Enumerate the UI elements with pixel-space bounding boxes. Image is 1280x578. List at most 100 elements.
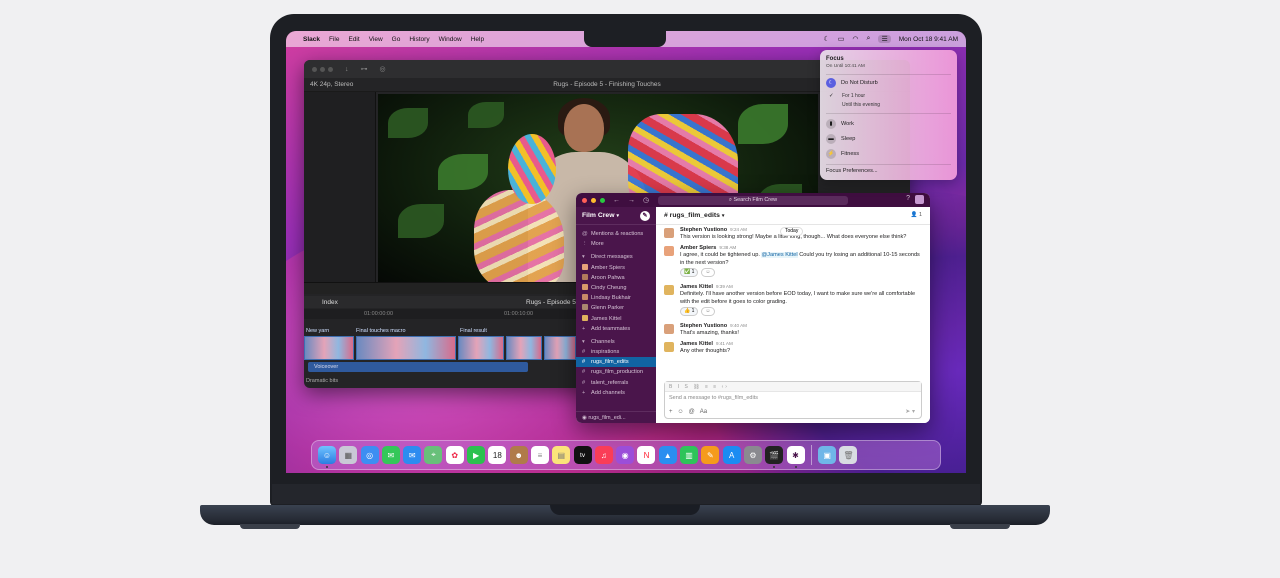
avatar[interactable] [664,246,674,256]
focus-option-1h[interactable]: For 1 hour [842,93,865,99]
sidebar-item-more[interactable]: ⋮ More [576,239,656,249]
finder-icon[interactable]: ☺ [318,446,336,468]
check-circle-icon[interactable]: ◎ [380,65,386,73]
focus-fitness[interactable]: ⚡ Fitness [826,149,859,159]
message-time[interactable]: 9:40 AM [730,323,747,328]
close-button[interactable] [582,197,587,203]
add-reaction-icon[interactable]: ☺ [701,268,715,277]
sidebar-channel-active[interactable]: # rugs_film_edits [576,357,656,368]
text-format-icon[interactable]: Aa [700,409,707,415]
pages-icon[interactable]: ✎ [701,446,720,464]
forward-arrow-icon[interactable]: → [628,197,635,204]
keyword-icon[interactable]: ⊶ [361,65,368,73]
battery-icon[interactable]: ▭ [838,35,845,43]
message-time[interactable]: 9:24 AM [730,227,747,232]
member-count[interactable]: 👤 1 [911,212,922,218]
menu-go[interactable]: Go [392,36,401,43]
avatar[interactable] [664,285,674,295]
app-store-icon[interactable]: A [722,446,741,464]
trash-icon[interactable]: 🗑 [839,446,858,464]
workspace-switcher[interactable]: Film Crew ▾ ✎ [576,207,656,225]
back-arrow-icon[interactable]: ← [613,197,620,204]
messages-icon[interactable]: ✉ [381,446,400,464]
channel-header[interactable]: # rugs_film_edits ▾ 👤 1 [656,207,930,225]
add-reaction-icon[interactable]: ☺ [701,307,715,316]
focus-do-not-disturb[interactable]: ☾ Do Not Disturb [826,78,878,88]
sidebar-add-channels[interactable]: + Add channels [576,388,656,398]
focus-option-evening[interactable]: Until this evening [842,102,880,108]
section-direct-messages[interactable]: ▾ Direct messages [576,252,656,262]
menu-window[interactable]: Window [439,36,462,43]
send-icon[interactable]: ➤ ▾ [905,408,915,415]
focus-moon-icon[interactable]: ☾ [824,35,830,43]
at-icon[interactable]: @ [689,409,695,415]
control-center-icon[interactable]: ☰ [878,35,891,43]
sidebar-dm[interactable]: Amber Spiers [576,263,656,273]
final-cut-icon[interactable]: 🎬 [765,446,784,468]
sidebar-dm[interactable]: Glenn Parker [576,303,656,313]
voiceover-track[interactable]: Voiceover [308,362,528,372]
apple-tv-icon[interactable]: tv [573,446,592,464]
contacts-icon[interactable]: ☻ [509,446,528,464]
history-clock-icon[interactable]: ◷ [643,196,649,204]
menu-help[interactable]: Help [471,36,484,43]
message-input[interactable]: Send a message to #rugs_film_edits [665,392,921,404]
section-channels[interactable]: ▾ Channels [576,337,656,347]
emoji-icon[interactable]: ☺ [678,409,684,415]
sidebar-channel[interactable]: # talent_referrals [576,378,656,388]
compose-icon[interactable]: ✎ [640,211,650,221]
sidebar-add-teammates[interactable]: + Add teammates [576,324,656,334]
avatar[interactable] [915,195,924,204]
facetime-icon[interactable]: ▶ [467,446,486,464]
maps-icon[interactable]: ⌖ [424,446,443,464]
message-time[interactable]: 9:41 AM [716,341,733,346]
timeline-clip[interactable] [458,336,504,360]
avatar[interactable] [664,324,674,334]
timeline-clip[interactable] [356,336,456,360]
search-input[interactable]: ⌕ Search Film Crew [658,196,848,205]
calendar-icon[interactable]: 18 [488,446,507,464]
menu-view[interactable]: View [369,36,383,43]
menu-history[interactable]: History [409,36,429,43]
podcasts-icon[interactable]: ◉ [616,446,635,464]
avatar[interactable] [664,342,674,352]
focus-preferences[interactable]: Focus Preferences... [826,168,878,174]
safari-icon[interactable]: ◎ [360,446,379,464]
news-icon[interactable]: N [637,446,656,464]
mail-icon[interactable]: ✉ [403,446,422,464]
menu-file[interactable]: File [329,36,339,43]
sidebar-footer[interactable]: ◉ rugs_film_edi... [576,411,656,423]
sidebar-dm[interactable]: James Kittel [576,314,656,324]
slack-icon[interactable]: ✱ [786,446,805,468]
menu-edit[interactable]: Edit [348,36,359,43]
menu-app-name[interactable]: Slack [303,36,320,43]
zoom-button[interactable] [600,197,605,203]
timeline-clip[interactable] [304,336,354,360]
search-icon[interactable]: ⌕ [867,35,871,43]
message-time[interactable]: 9:39 AM [716,284,733,289]
downloads-folder-icon[interactable]: ▣ [818,446,837,464]
message-composer[interactable]: B I S ⛓ ≡ ≡ ‹› Send a message to #rugs_f… [664,381,922,419]
sidebar-channel[interactable]: # inspirations [576,347,656,357]
system-preferences-icon[interactable]: ⚙ [743,446,762,464]
fcp-window-controls[interactable] [312,66,333,72]
import-icon[interactable]: ↓ [345,66,349,73]
focus-work[interactable]: ▮ Work [826,119,854,129]
focus-sleep[interactable]: ▬ Sleep [826,134,855,144]
photos-icon[interactable]: ✿ [445,446,464,464]
timeline-clip[interactable] [506,336,542,360]
mention-link[interactable]: @James Kittel [761,252,798,258]
minimize-button[interactable] [591,197,596,203]
index-button[interactable]: Index [318,299,342,306]
reaction-check[interactable]: ✅ 1 [680,268,699,277]
keynote-icon[interactable]: ▲ [658,446,677,464]
message-time[interactable]: 9:38 AM [719,245,736,250]
timeline-clip[interactable] [544,336,576,360]
reminders-icon[interactable]: ≡ [530,446,549,464]
sidebar-dm[interactable]: Aroon Pahwa [576,273,656,283]
music-icon[interactable]: ♫ [594,446,613,464]
wifi-icon[interactable]: ◠ [852,35,858,43]
launchpad-icon[interactable]: ▦ [339,446,358,464]
notes-icon[interactable]: ▤ [552,446,571,464]
avatar[interactable] [664,228,674,238]
